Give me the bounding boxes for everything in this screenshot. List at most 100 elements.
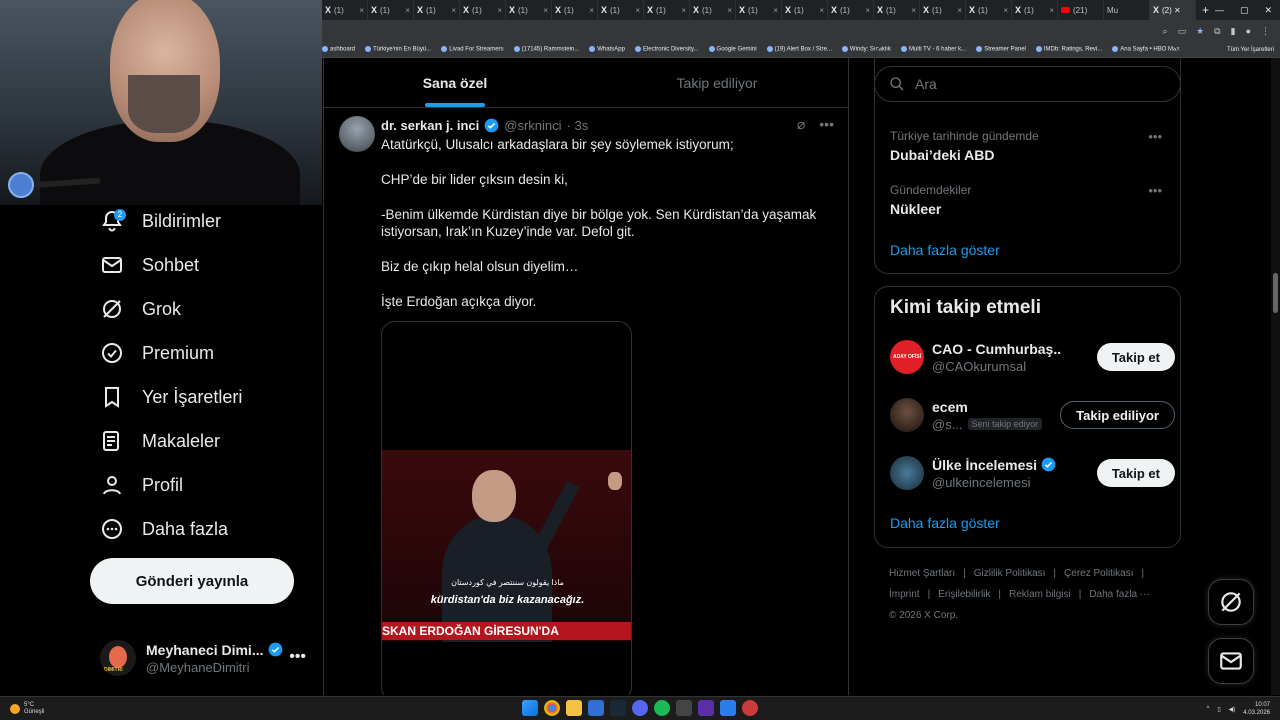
footer-link[interactable]: Reklam bilgisi <box>1009 589 1071 600</box>
tweet-author-name[interactable]: dr. serkan j. inci <box>381 118 479 133</box>
grok-floating-button[interactable] <box>1208 579 1254 625</box>
close-icon[interactable]: × <box>865 6 870 15</box>
close-icon[interactable]: × <box>819 6 824 15</box>
bookmark-item[interactable]: (19) Alert Box / Stre... <box>766 46 832 53</box>
close-icon[interactable]: × <box>681 6 686 15</box>
close-icon[interactable]: × <box>589 6 594 15</box>
post-button[interactable]: Gönderi yayınla <box>90 558 294 604</box>
tweet-time[interactable]: · 3s <box>567 118 589 133</box>
follow-button[interactable]: Takip et <box>1096 459 1175 487</box>
app-icon[interactable] <box>698 700 714 716</box>
profile-icon[interactable]: ● <box>1246 26 1251 36</box>
folder-icon[interactable] <box>566 700 582 716</box>
bookmark-item[interactable]: Electronic Diversity... <box>634 46 699 53</box>
browser-tab[interactable]: X (1) × <box>598 0 644 20</box>
close-icon[interactable]: × <box>359 6 364 15</box>
close-icon[interactable]: × <box>497 6 502 15</box>
browser-tab[interactable]: X (1) × <box>690 0 736 20</box>
close-icon[interactable]: × <box>727 6 732 15</box>
more-dots-icon[interactable]: ••• <box>1148 183 1162 198</box>
chrome-icon[interactable] <box>544 700 560 716</box>
bookmark-item[interactable]: (17145) Rammstein... <box>513 46 579 53</box>
close-icon[interactable]: × <box>911 6 916 15</box>
more-dots-icon[interactable]: ••• <box>1148 129 1162 144</box>
star-icon[interactable]: ★ <box>1196 26 1204 37</box>
following-button[interactable]: Takip ediliyor <box>1060 401 1175 429</box>
browser-tab[interactable]: X (1) × <box>644 0 690 20</box>
app-icon[interactable] <box>676 700 692 716</box>
bookmark-item[interactable]: Türkiye'nin En Büyü... <box>365 46 431 53</box>
footer-link[interactable]: Erişilebilirlik <box>938 589 990 600</box>
minimize-icon[interactable]: — <box>1215 5 1224 16</box>
network-icon[interactable]: ▯ <box>1217 706 1220 713</box>
close-icon[interactable]: × <box>635 6 640 15</box>
bookmark-item[interactable]: Livad For Streamers <box>441 46 504 53</box>
chevron-up-icon[interactable]: ^ <box>1207 706 1210 712</box>
browser-tab[interactable]: X (1) × <box>966 0 1012 20</box>
weather-widget[interactable]: 5°C Güneşli <box>0 702 44 716</box>
messages-floating-button[interactable] <box>1208 638 1254 684</box>
steam-icon[interactable] <box>610 700 626 716</box>
browser-tab[interactable]: (21) <box>1058 0 1104 20</box>
browser-tab[interactable]: X (1) × <box>414 0 460 20</box>
sidebar-icon[interactable]: ▮ <box>1231 26 1236 37</box>
nav-item-person[interactable]: Profil <box>100 469 183 501</box>
install-icon[interactable]: ▭ <box>1178 26 1187 37</box>
grok-icon[interactable]: ⌀ <box>797 116 805 133</box>
suggestion-ulke[interactable]: Ülke İncelemesi @ulkeincelemesi Takip et <box>890 453 1175 493</box>
show-more-follow-link[interactable]: Daha fazla göster <box>890 515 1000 531</box>
bookmark-item[interactable]: WhatsApp <box>589 46 625 53</box>
close-icon[interactable]: × <box>957 6 962 15</box>
maximize-icon[interactable]: ▢ <box>1240 5 1249 16</box>
browser-tab[interactable]: X (1) × <box>782 0 828 20</box>
close-icon[interactable]: × <box>1049 6 1054 15</box>
bookmark-item[interactable]: Google Gemini <box>708 46 757 53</box>
extensions-icon[interactable]: ⧉ <box>1214 26 1220 37</box>
close-icon[interactable]: × <box>1003 6 1008 15</box>
footer-link[interactable]: © 2026 X Corp. <box>889 610 958 621</box>
new-tab-icon[interactable]: + <box>1196 3 1215 17</box>
browser-tab[interactable]: Mu <box>1104 0 1150 20</box>
footer-link[interactable]: İmprint <box>889 589 920 600</box>
browser-tab[interactable]: X (1) × <box>460 0 506 20</box>
close-icon[interactable]: × <box>451 6 456 15</box>
app-icon[interactable] <box>742 700 758 716</box>
footer-link[interactable]: Çerez Politikası <box>1064 568 1133 579</box>
close-icon[interactable]: × <box>405 6 410 15</box>
browser-tab[interactable]: X (1) × <box>736 0 782 20</box>
footer-link[interactable]: Gizlilik Politikası <box>974 568 1046 579</box>
spotify-icon[interactable] <box>654 700 670 716</box>
show-more-trends-link[interactable]: Daha fazla göster <box>890 242 1000 258</box>
nav-item-article[interactable]: Makaleler <box>100 425 220 457</box>
browser-tab[interactable]: X (1) × <box>1012 0 1058 20</box>
bookmark-item[interactable]: ashboard <box>322 46 355 53</box>
nav-item-more-circle[interactable]: Daha fazla <box>100 513 228 545</box>
clock[interactable]: 10:07 4.03.2026 <box>1243 701 1270 717</box>
footer-link[interactable]: Hizmet Şartları <box>889 568 955 579</box>
suggestion-ecem[interactable]: ecem @s... Seni takip ediyor Takip ediliy… <box>890 395 1175 435</box>
close-icon[interactable]: × <box>543 6 548 15</box>
close-icon[interactable]: × <box>773 6 778 15</box>
nav-item-bell[interactable]: 2 Bildirimler <box>100 205 221 237</box>
scrollbar-thumb[interactable] <box>1273 273 1278 313</box>
tweet-video[interactable]: ماذا يقولون سننتصر في كوردستان kürdistan… <box>381 321 632 695</box>
follow-button[interactable]: Takip et <box>1096 343 1175 371</box>
tab-for-you[interactable]: Sana özel <box>324 58 586 107</box>
volume-icon[interactable]: ◀) <box>1229 706 1236 713</box>
browser-tab[interactable]: X (1) × <box>920 0 966 20</box>
all-bookmarks-link[interactable]: Tüm Yer İşaretleri <box>1227 47 1280 53</box>
suggestion-cao[interactable]: ADAY OFİSİ CAO - Cumhurbaş... @CAOkurums… <box>890 337 1175 377</box>
app-icon[interactable] <box>720 700 736 716</box>
tab-following[interactable]: Takip ediliyor <box>586 58 848 107</box>
zoom-icon[interactable]: ⌕ <box>1163 26 1168 37</box>
windows-start-icon[interactable] <box>522 700 538 716</box>
browser-tab[interactable]: X (1) × <box>368 0 414 20</box>
discord-icon[interactable] <box>632 700 648 716</box>
nav-item-grok[interactable]: Grok <box>100 293 181 325</box>
nav-item-verified[interactable]: Premium <box>100 337 214 369</box>
browser-tab[interactable]: X (1) × <box>874 0 920 20</box>
close-window-icon[interactable]: ✕ <box>1265 5 1273 16</box>
browser-tab[interactable]: X (1) × <box>552 0 598 20</box>
browser-tab[interactable]: X (1) × <box>506 0 552 20</box>
trend-item[interactable]: Türkiye tarihinde gündemde Dubai’deki AB… <box>890 129 1170 163</box>
